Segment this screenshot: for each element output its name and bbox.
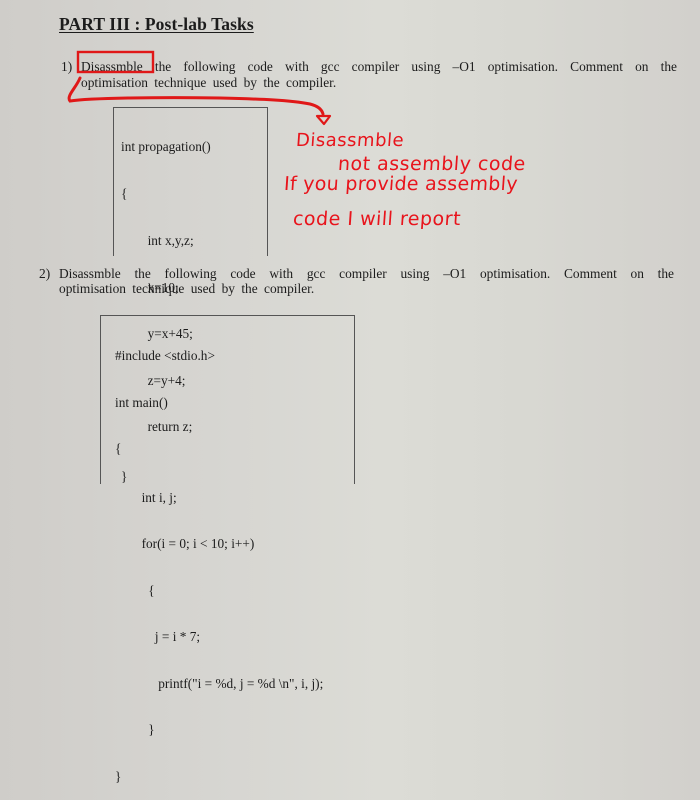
code-line: for(i = 0; i < 10; i++) <box>115 536 255 551</box>
handwritten-line: If you provide assembly <box>283 173 519 195</box>
question-1-line-2: optimisation technique used by the compi… <box>81 75 337 90</box>
code-line: { <box>115 441 122 456</box>
highlighted-word: Disassmble <box>81 59 143 74</box>
code-line: #include <stdio.h> <box>115 348 215 363</box>
question-2-line-2: optimisation technique used by the compi… <box>59 281 315 296</box>
code-block-2: #include <stdio.h> int main() { int i, j… <box>115 317 323 800</box>
code-line: j = i * 7; <box>115 629 201 644</box>
code-line: int propagation() <box>121 139 211 154</box>
page-heading: PART III : Post-lab Tasks <box>59 14 254 34</box>
code-line: int main() <box>115 394 168 410</box>
handwritten-line: not assembly code <box>337 153 527 175</box>
code-line: printf("i = %d, j = %d \n", i, j); <box>115 675 324 691</box>
code-line: } <box>115 722 155 737</box>
question-2-number: 2) <box>39 266 51 281</box>
code-line: int x,y,z; <box>121 233 194 248</box>
arrow-head-icon <box>315 114 332 126</box>
code-line: { <box>115 582 155 598</box>
code-line: } <box>115 768 122 784</box>
question-2-line-1: Disassmble the following code with gcc c… <box>59 266 674 281</box>
code-line: int i, j; <box>115 489 177 505</box>
handwritten-line: Disassmble <box>295 130 405 151</box>
question-1-line-1: Disassmble the following code with gcc c… <box>81 59 677 75</box>
code-line: { <box>121 185 128 201</box>
handwritten-line: code I will report <box>292 208 462 230</box>
question-1-number: 1) <box>61 59 73 74</box>
question-1-line-1-rest: the following code with gcc compiler usi… <box>154 59 677 74</box>
